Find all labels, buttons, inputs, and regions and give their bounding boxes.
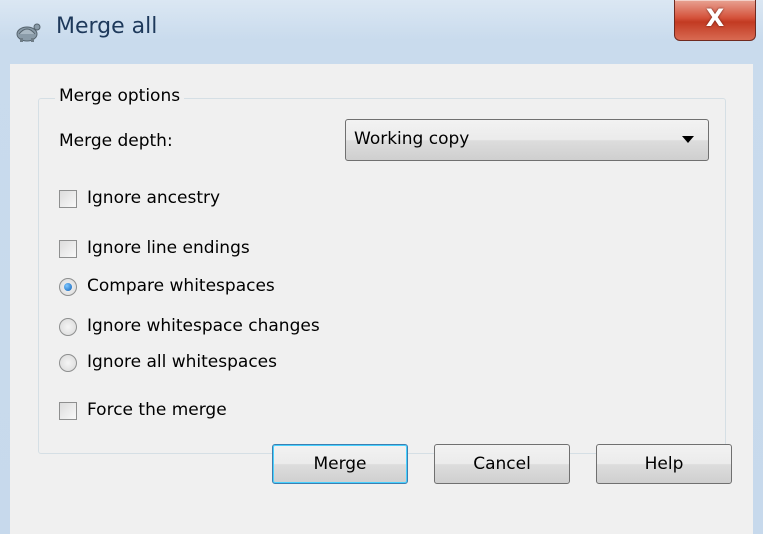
cancel-button[interactable]: Cancel bbox=[434, 444, 570, 484]
merge-all-dialog: Merge all X Merge options Merge depth: W… bbox=[0, 0, 763, 534]
radio-button[interactable] bbox=[59, 354, 77, 372]
dialog-client-area: Merge options Merge depth: Working copy … bbox=[10, 64, 753, 534]
merge-depth-select[interactable]: Working copy bbox=[345, 119, 709, 161]
close-button[interactable]: X bbox=[674, 0, 756, 41]
checkbox-box[interactable] bbox=[59, 402, 77, 420]
merge-depth-value: Working copy bbox=[354, 129, 470, 149]
merge-options-label: Merge options bbox=[55, 86, 185, 106]
merge-options-group: Merge options Merge depth: Working copy … bbox=[38, 86, 726, 454]
checkbox-box[interactable] bbox=[59, 190, 77, 208]
tortoise-icon bbox=[16, 23, 41, 42]
help-button[interactable]: Help bbox=[596, 444, 732, 484]
title-bar[interactable]: Merge all X bbox=[0, 0, 763, 64]
merge-button[interactable]: Merge bbox=[272, 444, 408, 484]
radio-button-selected[interactable] bbox=[59, 278, 77, 296]
checkbox-box[interactable] bbox=[59, 240, 77, 258]
window-title: Merge all bbox=[56, 14, 158, 39]
chevron-down-icon bbox=[682, 136, 694, 143]
radio-button[interactable] bbox=[59, 318, 77, 336]
close-icon: X bbox=[705, 4, 725, 32]
force-merge-label: Force the merge bbox=[87, 400, 227, 420]
ignore-line-endings-label: Ignore line endings bbox=[87, 238, 250, 258]
ignore-whitespace-changes-label: Ignore whitespace changes bbox=[87, 316, 320, 336]
ignore-ancestry-label: Ignore ancestry bbox=[87, 188, 221, 208]
merge-depth-label: Merge depth: bbox=[59, 131, 173, 151]
ignore-all-whitespaces-label: Ignore all whitespaces bbox=[87, 352, 277, 372]
compare-whitespaces-label: Compare whitespaces bbox=[87, 276, 275, 296]
